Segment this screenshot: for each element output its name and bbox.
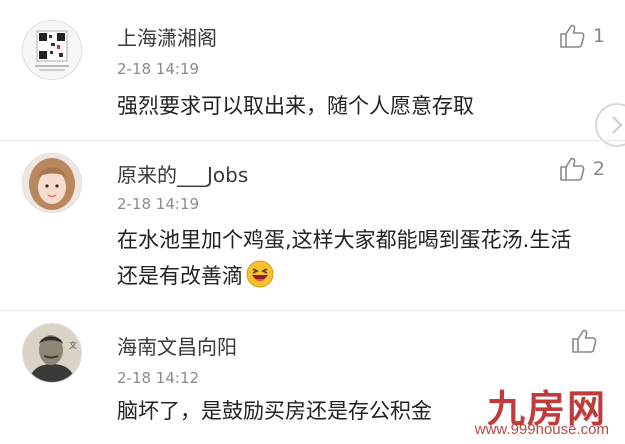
like-button[interactable]: 1 [559, 24, 605, 48]
svg-text:文: 文 [69, 340, 77, 350]
watermark: 九房网 www.999house.com [453, 376, 619, 442]
timestamp: 2-18 14:19 [117, 60, 200, 78]
comment-item: 上海潇湘阁 2-18 14:19 强烈要求可以取出来，随个人愿意存取 1 [0, 0, 625, 147]
like-button[interactable]: 2 [559, 157, 605, 181]
username[interactable]: 海南文昌向阳 [117, 331, 237, 360]
like-button[interactable] [571, 329, 605, 353]
comment-text: 在水池里加个鸡蛋,这样大家都能喝到蛋花汤.生活还是有改善滴 [117, 222, 585, 294]
avatar[interactable] [22, 153, 82, 213]
username[interactable]: 上海潇湘阁 [117, 22, 217, 51]
comment-text-body: 在水池里加个鸡蛋,这样大家都能喝到蛋花汤.生活还是有改善滴 [117, 228, 572, 288]
thumbs-up-icon [560, 157, 585, 181]
thumbs-up-icon [572, 329, 597, 353]
thumbs-up-icon [560, 24, 585, 48]
portrait-photo-icon: 文 [23, 324, 81, 382]
comment-item: 原来的___Jobs 2-18 14:19 在水池里加个鸡蛋,这样大家都能喝到蛋… [0, 140, 625, 310]
like-count: 1 [592, 25, 605, 47]
avatar[interactable] [22, 20, 82, 80]
watermark-url: www.999house.com [474, 421, 609, 438]
user-photo-icon [23, 154, 81, 212]
qr-code-avatar-icon [23, 21, 81, 79]
avatar[interactable]: 文 [22, 323, 82, 383]
laughing-emoji-icon [246, 260, 274, 288]
timestamp: 2-18 14:19 [117, 195, 200, 213]
comment-text: 强烈要求可以取出来，随个人愿意存取 [117, 94, 474, 118]
like-count: 2 [592, 158, 605, 180]
timestamp: 2-18 14:12 [117, 369, 200, 387]
username[interactable]: 原来的___Jobs [117, 159, 248, 188]
chevron-right-icon [612, 116, 623, 134]
